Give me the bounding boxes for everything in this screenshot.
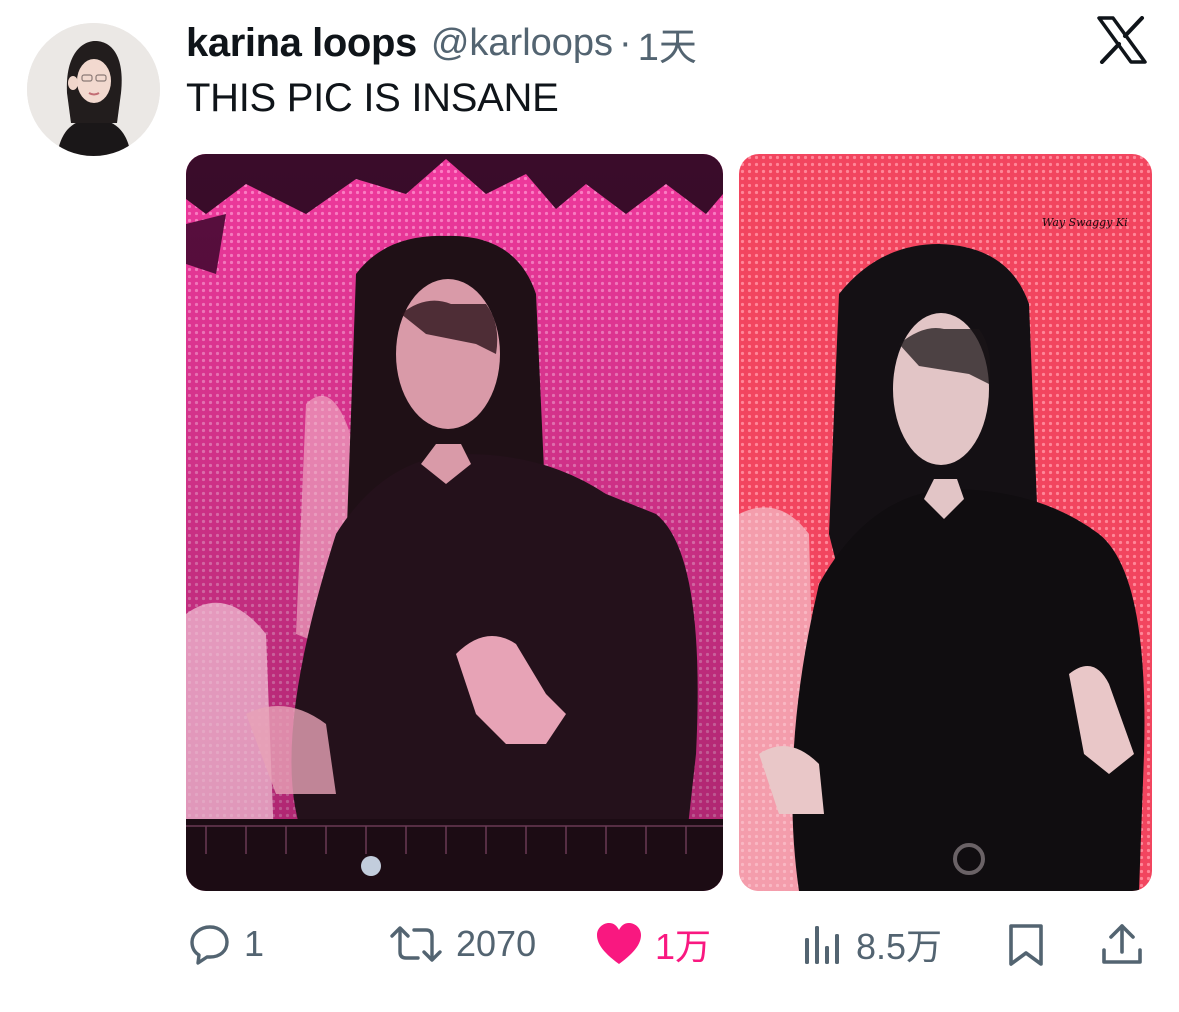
avatar[interactable] [27,23,160,156]
bookmark-icon [1009,924,1043,966]
bookmark-button[interactable] [1006,914,1046,974]
retweet-count: 2070 [456,923,537,964]
timestamp[interactable]: 1天 [638,16,697,71]
tweet-header: karina loops @karloops · 1天 [186,16,697,71]
views-icon [805,926,839,964]
like-count: 1万 [655,926,712,967]
views-button[interactable]: 8.5万 [804,914,942,974]
display-name[interactable]: karina loops [186,21,417,66]
tweet-text: THIS PIC IS INSANE [186,76,559,120]
heart-icon [597,923,641,964]
like-button[interactable]: 1万 [595,914,711,974]
avatar-image [27,23,160,156]
reply-icon [190,925,229,965]
tweet-photo-2[interactable]: Way Swaggy Ki [739,154,1152,891]
share-button[interactable] [1100,914,1144,974]
action-bar: 1 2070 1万 8.5万 [0,914,1179,974]
photo-watermark: Way Swaggy Ki [1042,216,1128,229]
separator-dot: · [619,21,632,64]
retweet-icon [390,926,442,962]
user-handle[interactable]: @karloops [431,22,613,65]
views-count: 8.5万 [856,926,943,967]
share-icon [1102,924,1142,964]
tweet-photo-1[interactable] [186,154,723,891]
reply-button[interactable]: 1 [188,914,264,974]
retweet-button[interactable]: 2070 [388,914,536,974]
reply-count: 1 [244,923,265,964]
x-logo-icon [1096,16,1148,64]
